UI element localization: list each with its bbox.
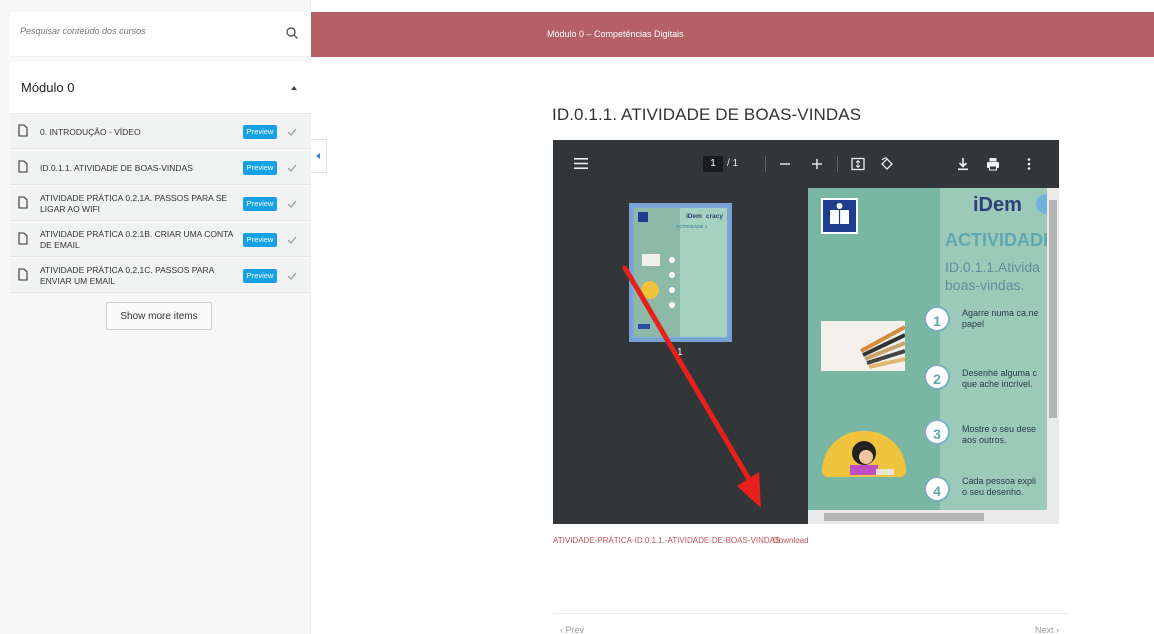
chevron-left-icon	[316, 153, 320, 159]
document-icon	[18, 268, 28, 281]
check-icon	[287, 236, 297, 244]
app: Módulo 0 0. INTRODUÇÃO - VÍDEO Preview I…	[0, 0, 1154, 634]
lesson-title: ATIVIDADE PRÁTICA 0.2.1A. PASSOS PARA SE…	[40, 193, 228, 214]
lesson-item[interactable]: ID.0.1.1. ATIVIDADE DE BOAS-VINDAS Previ…	[10, 151, 311, 185]
check-icon	[287, 164, 297, 172]
search-input[interactable]	[20, 26, 250, 36]
pagination-divider	[553, 613, 1068, 614]
lesson-title: ATIVIDADE PRÁTICA 0.2.1B. CRIAR UMA CONT…	[40, 229, 233, 250]
lesson-item[interactable]: 0. INTRODUÇÃO - VÍDEO Preview	[10, 115, 311, 149]
show-more-button[interactable]: Show more items	[106, 302, 212, 330]
collapse-caret-icon[interactable]	[291, 86, 297, 90]
preview-badge[interactable]: Preview	[243, 269, 277, 283]
lesson-title: ID.0.1.1. ATIVIDADE DE BOAS-VINDAS	[40, 163, 193, 173]
lesson-item[interactable]: ATIVIDADE PRÁTICA 0.2.1A. PASSOS PARA SE…	[10, 187, 311, 221]
attachment-filename-link[interactable]: ATIVIDADE-PRÁTICA-ID.0.1.1.-ATIVIDADE-DE…	[553, 536, 780, 545]
lesson-title: 0. INTRODUÇÃO - VÍDEO	[40, 127, 141, 137]
page-title: ID.0.1.1. ATIVIDADE DE BOAS-VINDAS	[552, 105, 862, 124]
preview-badge[interactable]: Preview	[243, 233, 277, 247]
search-icon[interactable]	[285, 26, 299, 40]
course-title: Módulo 0 – Competências Digitais	[547, 29, 684, 39]
prev-link[interactable]: ‹ Prev	[560, 625, 584, 634]
check-icon	[287, 200, 297, 208]
search-bar	[10, 12, 311, 57]
lesson-item[interactable]: ATIVIDADE PRÁTICA 0.2.1C. PASSOS PARA EN…	[10, 259, 311, 293]
annotation-arrow	[622, 265, 761, 508]
preview-badge[interactable]: Preview	[243, 125, 277, 139]
sidebar-toggle[interactable]	[311, 139, 327, 173]
next-link[interactable]: Next ›	[1035, 625, 1059, 634]
document-icon	[18, 124, 28, 137]
course-sidebar: Módulo 0 0. INTRODUÇÃO - VÍDEO Preview I…	[0, 0, 311, 634]
download-link[interactable]: Download	[773, 536, 809, 545]
document-icon	[18, 160, 28, 173]
preview-badge[interactable]: Preview	[243, 161, 277, 175]
check-icon	[287, 272, 297, 280]
preview-badge[interactable]: Preview	[243, 197, 277, 211]
section-title: Módulo 0	[21, 80, 75, 95]
course-header: Módulo 0 – Competências Digitais	[311, 12, 1154, 57]
document-icon	[18, 232, 28, 245]
lesson-title: ATIVIDADE PRÁTICA 0.2.1C. PASSOS PARA EN…	[40, 265, 214, 286]
lesson-item[interactable]: ATIVIDADE PRÁTICA 0.2.1B. CRIAR UMA CONT…	[10, 223, 311, 257]
check-icon	[287, 128, 297, 136]
document-icon	[18, 196, 28, 209]
section-header[interactable]: Módulo 0	[10, 62, 311, 114]
